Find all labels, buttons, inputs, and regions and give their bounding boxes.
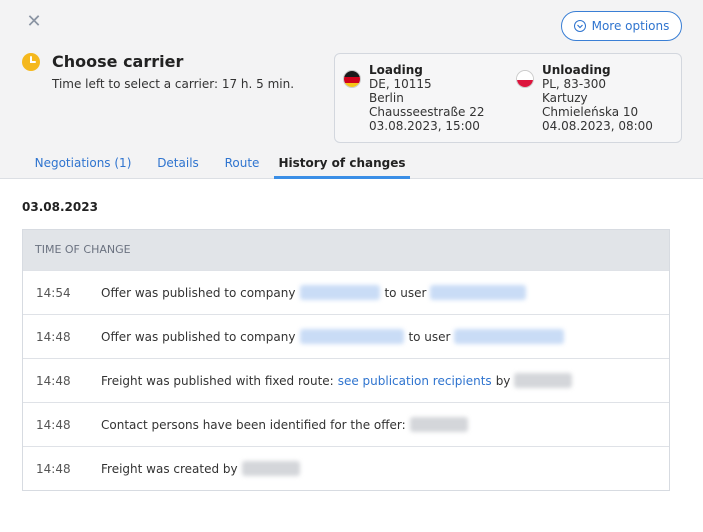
- table-row: 14:48 Contact persons have been identifi…: [23, 402, 669, 446]
- tab-negotiations[interactable]: Negotiations (1): [30, 148, 136, 179]
- dialog-header: ✕ More options Choose carrier Time left …: [0, 0, 703, 179]
- history-table: TIME OF CHANGE 14:54 Offer was published…: [22, 229, 670, 491]
- row-time: 14:48: [36, 461, 71, 476]
- loading-datetime: 03.08.2023, 15:00: [369, 119, 480, 133]
- history-date: 03.08.2023: [22, 200, 98, 214]
- table-row: 14:48 Offer was published to company to …: [23, 314, 669, 358]
- time-left-text: Time left to select a carrier: 17 h. 5 m…: [52, 77, 295, 91]
- loading-street: Chausseestraße 22: [369, 105, 485, 119]
- redacted-company: [300, 329, 405, 344]
- route-summary-card: Loading DE, 10115 Berlin Chausseestraße …: [334, 53, 682, 143]
- row-mid-text: to user: [384, 285, 427, 300]
- tab-history-of-changes[interactable]: History of changes: [274, 148, 410, 179]
- unloading-address: PL, 83-300: [542, 77, 607, 91]
- close-icon[interactable]: ✕: [24, 12, 44, 32]
- more-options-button[interactable]: More options: [561, 11, 682, 41]
- row-text: Freight was created by: [101, 461, 238, 476]
- row-text: Offer was published to company: [101, 285, 296, 300]
- see-publication-recipients-link[interactable]: see publication recipients: [338, 374, 492, 388]
- row-text: Contact persons have been identified for…: [101, 417, 406, 432]
- unloading-label: Unloading: [542, 63, 611, 77]
- redacted-user: [430, 285, 527, 300]
- table-row: 14:48 Freight was created by: [23, 446, 669, 490]
- redacted-user: [514, 373, 573, 388]
- redacted-user: [241, 461, 300, 476]
- tab-details[interactable]: Details: [150, 148, 206, 179]
- redacted-user: [454, 329, 565, 344]
- redacted-company: [300, 285, 381, 300]
- unloading-street: Chmieleńska 10: [542, 105, 639, 119]
- loading-label: Loading: [369, 63, 423, 77]
- table-row: 14:54 Offer was published to company to …: [23, 270, 669, 314]
- loading-address: DE, 10115: [369, 77, 432, 91]
- unloading-datetime: 04.08.2023, 08:00: [542, 119, 653, 133]
- row-time: 14:48: [36, 417, 71, 432]
- tab-route[interactable]: Route: [218, 148, 266, 179]
- page-title: Choose carrier: [52, 52, 184, 71]
- row-time: 14:54: [36, 285, 71, 300]
- germany-flag-icon: [343, 70, 361, 88]
- row-time: 14:48: [36, 329, 71, 344]
- chevron-down-icon: [573, 20, 586, 32]
- poland-flag-icon: [516, 70, 534, 88]
- loading-city: Berlin: [369, 91, 404, 105]
- row-mid-text: to user: [408, 329, 451, 344]
- unloading-city: Kartuzy: [542, 91, 588, 105]
- column-header-time-of-change: TIME OF CHANGE: [23, 230, 669, 270]
- redacted-contacts: [409, 417, 468, 432]
- more-options-label: More options: [591, 19, 670, 33]
- tab-bar: Negotiations (1) Details Route History o…: [0, 148, 703, 179]
- table-row: 14:48 Freight was published with fixed r…: [23, 358, 669, 402]
- row-mid-text: by: [495, 373, 511, 388]
- clock-icon: [22, 53, 40, 71]
- row-text: Freight was published with fixed route:: [101, 373, 334, 388]
- row-text: Offer was published to company: [101, 329, 296, 344]
- row-time: 14:48: [36, 373, 71, 388]
